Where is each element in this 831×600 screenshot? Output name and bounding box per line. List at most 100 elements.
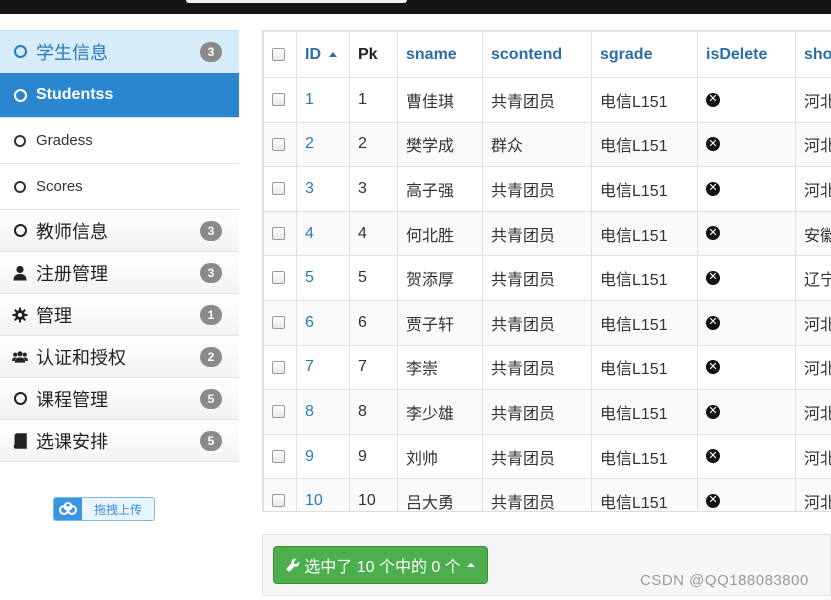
col-header-pk: Pk: [349, 31, 398, 78]
pk-cell: 10: [349, 478, 398, 511]
false-x-icon: ✕: [706, 137, 720, 152]
circle-icon: [12, 180, 28, 193]
table-row: 99刘帅共青团员电信L151✕河北: [263, 433, 831, 480]
sidebar: 学生信息 3 Studentss Gradess Scores 教师信息 3 注…: [0, 30, 239, 462]
users-icon: [12, 349, 28, 365]
count-badge: 3: [200, 220, 222, 241]
sidebar-item-label: Scores: [36, 178, 83, 195]
sho-cell: 河北: [795, 121, 831, 168]
sho-cell: 河北: [795, 344, 831, 391]
count-badge: 1: [200, 304, 222, 325]
false-x-icon: ✕: [706, 449, 720, 464]
pk-cell: 7: [349, 344, 398, 391]
sidebar-item-scores[interactable]: Scores: [0, 164, 239, 210]
sname-cell: 李少雄: [397, 389, 483, 435]
isdelete-cell: ✕: [697, 344, 796, 391]
table-row: 77李崇共青团员电信L151✕河北: [263, 344, 831, 391]
row-checkbox[interactable]: [272, 316, 285, 330]
row-checkbox[interactable]: [272, 405, 285, 419]
sho-cell: 安徽: [795, 210, 831, 257]
select-all-cell: [263, 31, 297, 78]
top-bar: [0, 0, 831, 14]
circle-icon: [12, 392, 28, 405]
sidebar-item-course[interactable]: 课程管理 5: [0, 378, 239, 420]
pk-cell: 3: [349, 166, 398, 212]
sgrade-cell: 电信L151: [591, 478, 698, 511]
sname-cell: 高子强: [397, 166, 483, 212]
sidebar-item-management[interactable]: 管理 1: [0, 294, 239, 336]
students-table: ID Pk sname scontend sgrade isDelete sho…: [262, 30, 831, 512]
false-x-icon: ✕: [706, 360, 720, 375]
sho-cell: 河北: [795, 478, 831, 511]
sname-cell: 樊学成: [397, 121, 483, 168]
count-badge: 3: [200, 41, 222, 62]
row-checkbox[interactable]: [272, 93, 285, 107]
id-link[interactable]: 9: [296, 433, 350, 480]
id-link[interactable]: 5: [296, 255, 350, 301]
row-checkbox[interactable]: [272, 137, 285, 151]
selection-actions-button[interactable]: 选中了 10 个中的 0 个: [273, 546, 488, 584]
col-header-sgrade[interactable]: sgrade: [591, 31, 698, 78]
wrench-icon: [286, 558, 300, 572]
sidebar-item-student-info[interactable]: 学生信息 3: [0, 30, 239, 73]
sidebar-item-label: Studentss: [36, 86, 114, 103]
sidebar-item-label: 管理: [36, 305, 72, 326]
scontend-cell: 共青团员: [482, 77, 592, 123]
sname-cell: 吕大勇: [397, 478, 483, 511]
sho-cell: 河北: [795, 433, 831, 480]
count-badge: 5: [200, 430, 222, 451]
sgrade-cell: 电信L151: [591, 389, 698, 435]
id-link[interactable]: 2: [296, 121, 350, 168]
col-header-id[interactable]: ID: [296, 31, 350, 78]
selection-count-label: 选中了 10 个中的 0 个: [304, 559, 461, 576]
sidebar-item-enrollment[interactable]: 选课安排 5: [0, 420, 239, 462]
id-link[interactable]: 3: [296, 166, 350, 212]
scontend-cell: 共青团员: [482, 433, 592, 480]
sname-cell: 李崇: [397, 344, 483, 391]
col-header-sname[interactable]: sname: [397, 31, 483, 78]
scontend-cell: 共青团员: [482, 478, 592, 511]
table-row: 33高子强共青团员电信L151✕河北: [263, 166, 831, 212]
sidebar-item-label: 选课安排: [36, 431, 108, 452]
scontend-cell: 共青团员: [482, 299, 592, 346]
sgrade-cell: 电信L151: [591, 299, 698, 346]
top-search-field[interactable]: [186, 0, 407, 3]
row-checkbox[interactable]: [272, 271, 285, 285]
row-checkbox[interactable]: [272, 449, 285, 463]
col-header-isdelete[interactable]: isDelete: [697, 31, 796, 78]
sidebar-item-label: 认证和授权: [36, 347, 126, 368]
row-checkbox[interactable]: [272, 360, 285, 374]
id-link[interactable]: 6: [296, 299, 350, 346]
col-header-sho[interactable]: sho: [795, 31, 831, 78]
sidebar-item-label: 教师信息: [36, 221, 108, 242]
id-link[interactable]: 8: [296, 389, 350, 435]
row-checkbox[interactable]: [272, 182, 285, 196]
false-x-icon: ✕: [706, 493, 720, 508]
pk-cell: 8: [349, 389, 398, 435]
id-link[interactable]: 4: [296, 210, 350, 257]
pk-cell: 4: [349, 210, 398, 257]
select-all-checkbox[interactable]: [272, 47, 285, 61]
sidebar-item-registration[interactable]: 注册管理 3: [0, 252, 239, 294]
sho-cell: 辽宁: [795, 255, 831, 301]
table-row: 66贾子轩共青团员电信L151✕河北: [263, 299, 831, 346]
upload-label: 拖拽上传: [93, 502, 142, 517]
isdelete-cell: ✕: [697, 299, 796, 346]
id-link[interactable]: 10: [296, 478, 350, 511]
circle-icon: [12, 45, 28, 58]
row-checkbox[interactable]: [272, 226, 285, 240]
drag-upload-button[interactable]: 拖拽上传: [53, 497, 155, 521]
sidebar-item-auth[interactable]: 认证和授权 2: [0, 336, 239, 378]
row-checkbox[interactable]: [272, 494, 285, 508]
id-link[interactable]: 7: [296, 344, 350, 391]
table-row: 88李少雄共青团员电信L151✕河北: [263, 389, 831, 435]
book-icon: [12, 432, 28, 449]
sidebar-item-gradess[interactable]: Gradess: [0, 118, 239, 164]
false-x-icon: ✕: [706, 181, 720, 196]
sname-cell: 刘帅: [397, 433, 483, 480]
isdelete-cell: ✕: [697, 210, 796, 257]
id-link[interactable]: 1: [296, 77, 350, 123]
col-header-scontend[interactable]: scontend: [482, 31, 592, 78]
sidebar-item-teacher-info[interactable]: 教师信息 3: [0, 210, 239, 252]
sidebar-item-studentss[interactable]: Studentss: [0, 73, 239, 118]
